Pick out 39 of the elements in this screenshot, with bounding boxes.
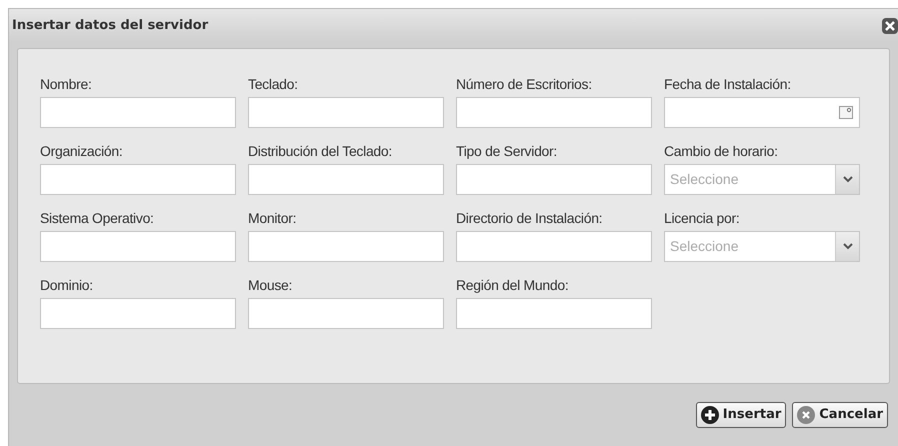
chevron-down-icon[interactable] [842,243,852,250]
field-label: Distribución del Teclado: [248,142,393,160]
placeholder-text: Seleccione [669,170,740,189]
calendar-icon[interactable] [839,106,853,119]
field-label: Directorio de Instalación: [456,209,604,227]
field-label: Tipo de Servidor: [456,142,558,160]
field-label: Teclado: [248,75,299,93]
input-field[interactable] [456,298,652,329]
field-label: Fecha de Instalación: [664,75,792,93]
input-field[interactable] [40,164,236,195]
date-field[interactable] [664,97,860,128]
input-field[interactable] [248,298,444,329]
input-field[interactable] [40,231,236,262]
field-label: Número de Escritorios: [456,75,593,93]
field-label: Sistema Operativo: [40,209,155,227]
close-icon[interactable] [882,18,898,34]
chevron-down-icon[interactable] [842,176,852,183]
input-field[interactable] [40,298,236,329]
field-label: Cambio de horario: [664,142,779,160]
plus-circle-icon [700,406,719,424]
input-field[interactable] [40,97,236,128]
input-field[interactable] [248,231,444,262]
close-circle-icon [797,406,816,424]
field-label: Mouse: [248,276,294,294]
field-label: Monitor: [248,209,298,227]
field-label: Licencia por: [664,209,740,227]
placeholder-text: Seleccione [669,237,740,256]
input-field[interactable] [456,164,652,195]
field-label: Dominio: [40,276,94,294]
field-label: Nombre: [40,75,93,93]
input-field[interactable] [456,97,652,128]
input-field[interactable] [248,164,444,195]
insert-button[interactable]: Insertar [696,402,786,428]
cancel-button[interactable]: Cancelar [792,402,888,428]
input-field[interactable] [456,231,652,262]
field-label: Organización: [40,142,124,160]
field-label: Región del Mundo: [456,276,570,294]
input-field[interactable] [248,97,444,128]
window-title: Insertar datos del servidor [12,17,208,36]
